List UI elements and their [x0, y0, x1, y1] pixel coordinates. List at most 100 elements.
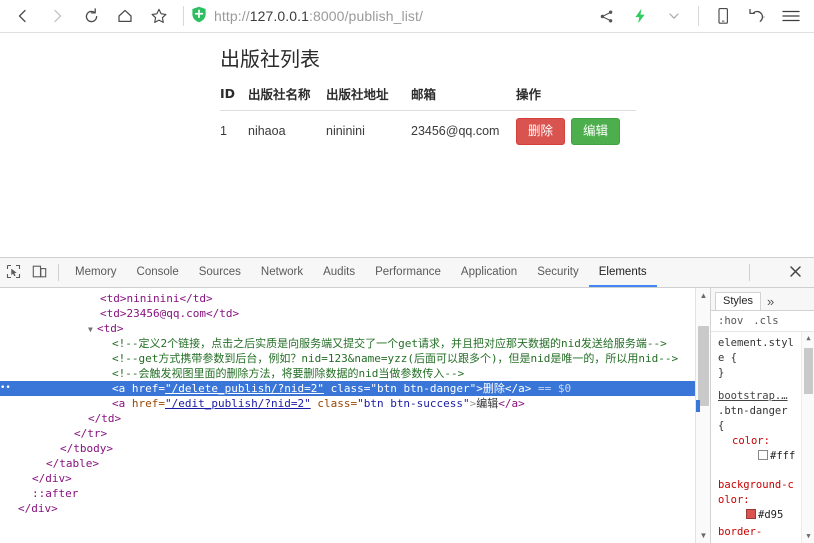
styles-rules-list: element.style { } bootstrap.… .btn-dange…	[711, 332, 814, 543]
dom-line-comment-3[interactable]: <!--会触发视图里面的删除方法，将要删除数据的nid当做参数传入-->	[0, 366, 710, 381]
styles-scroll-down-icon[interactable]: ▼	[802, 530, 814, 543]
star-icon	[150, 7, 168, 25]
reload-button[interactable]	[74, 0, 108, 32]
devtools-close-button[interactable]	[782, 259, 808, 287]
home-icon	[116, 7, 134, 25]
style-property-color[interactable]: color: #fff	[718, 434, 800, 464]
devtools-body: <td>nininini</td> <td>23456@qq.com</td> …	[0, 288, 814, 543]
column-header-id: ID	[220, 82, 248, 111]
toolbar-right-icons	[589, 0, 808, 32]
dom-tree-scrollbar[interactable]: ▲ ▼	[695, 288, 710, 543]
hamburger-menu-icon	[781, 8, 801, 24]
page-viewport: 出版社列表 ID 出版社名称 出版社地址 邮箱 操作 1 nihaoa nini…	[0, 33, 814, 257]
column-header-email: 邮箱	[411, 82, 516, 111]
mobile-view-button[interactable]	[706, 0, 740, 32]
cell-actions: 删除 编辑	[516, 111, 636, 152]
scroll-down-arrow-icon[interactable]: ▼	[696, 528, 710, 543]
tab-audits[interactable]: Audits	[313, 258, 365, 287]
table-header-row: ID 出版社名称 出版社地址 邮箱 操作	[220, 82, 636, 111]
tab-styles[interactable]: Styles	[715, 292, 761, 310]
reload-icon	[83, 7, 100, 25]
forward-button[interactable]	[40, 0, 74, 32]
dom-line-delete-anchor[interactable]: •• <a href="/delete_publish/?nid=2" class…	[0, 381, 710, 396]
menu-button[interactable]	[774, 0, 808, 32]
dom-tree-pane[interactable]: <td>nininini</td> <td>23456@qq.com</td> …	[0, 288, 711, 543]
home-button[interactable]	[108, 0, 142, 32]
delete-button[interactable]: 删除	[516, 118, 566, 145]
element-style-selector: element.style {	[718, 337, 794, 364]
page-content: 出版社列表 ID 出版社名称 出版社地址 邮箱 操作 1 nihaoa nini…	[0, 33, 814, 152]
tab-memory[interactable]: Memory	[65, 258, 127, 287]
publisher-table: ID 出版社名称 出版社地址 邮箱 操作 1 nihaoa nininini 2…	[220, 82, 636, 152]
dom-line-td-email[interactable]: <td>23456@qq.com</td>	[0, 306, 710, 321]
chevron-right-icon	[49, 8, 65, 24]
dom-line-edit-anchor[interactable]: <a href="/edit_publish/?nid=2" class="bt…	[0, 396, 710, 411]
dom-line-td-open[interactable]: ▼ <td>	[0, 321, 710, 336]
style-property-background-name: background-color:	[718, 479, 794, 506]
style-property-background-value[interactable]: #d95	[758, 509, 783, 521]
color-swatch-white[interactable]	[758, 450, 768, 460]
lightning-button[interactable]	[623, 0, 657, 32]
styles-scrollbar-thumb[interactable]	[804, 348, 813, 394]
tab-application[interactable]: Application	[451, 258, 527, 287]
back-button[interactable]	[6, 0, 40, 32]
cell-email: 23456@qq.com	[411, 124, 500, 139]
share-button[interactable]	[589, 0, 623, 32]
tab-sources[interactable]: Sources	[189, 258, 251, 287]
dom-line-td-address[interactable]: <td>nininini</td>	[0, 291, 710, 306]
green-shield-icon[interactable]	[191, 6, 207, 26]
url-text: http://127.0.0.1:8000/publish_list/	[214, 8, 423, 24]
column-header-actions: 操作	[516, 82, 636, 111]
dom-line-close-tr[interactable]: </tr>	[0, 426, 710, 441]
style-property-border[interactable]: border-	[718, 525, 800, 540]
style-property-border-name: border-	[718, 526, 763, 538]
history-button[interactable]	[740, 0, 774, 32]
styles-scrollbar[interactable]: ▲ ▼	[801, 332, 814, 543]
device-toolbar-button[interactable]	[26, 259, 52, 287]
dom-line-pseudo-after[interactable]: ::after	[0, 486, 710, 501]
dom-line-comment-2[interactable]: <!--get方式携带参数到后台，例如？nid=123&name=yzz(后面可…	[0, 351, 710, 366]
cls-toggle[interactable]: .cls	[753, 315, 778, 327]
toolbar-dropdown-button[interactable]	[657, 0, 691, 32]
tab-network[interactable]: Network	[251, 258, 313, 287]
column-header-name: 出版社名称	[248, 82, 326, 111]
tab-console[interactable]: Console	[127, 258, 189, 287]
edit-button[interactable]: 编辑	[571, 118, 621, 145]
element-style-close-brace: }	[718, 367, 725, 379]
styles-more-tabs-button[interactable]: »	[761, 294, 780, 310]
scroll-up-arrow-icon[interactable]: ▲	[696, 288, 710, 303]
table-body: 1 nihaoa nininini 23456@qq.com 删除 编辑	[220, 111, 636, 152]
btn-danger-open-brace: {	[718, 420, 725, 432]
style-property-color-value[interactable]: #fff	[770, 450, 795, 462]
hov-toggle[interactable]: :hov	[718, 315, 743, 327]
styles-scroll-up-icon[interactable]: ▲	[802, 332, 814, 345]
page-title: 出版社列表	[220, 47, 320, 71]
close-icon	[789, 265, 802, 281]
dom-line-close-td[interactable]: </td>	[0, 411, 710, 426]
dom-line-close-div-inner[interactable]: </div>	[0, 471, 710, 486]
style-property-background[interactable]: background-color: #d95	[718, 478, 800, 523]
stylesheet-source-link[interactable]: bootstrap.…	[718, 389, 800, 404]
tab-security[interactable]: Security	[527, 258, 589, 287]
mobile-device-icon	[716, 7, 730, 25]
devtools-more-button[interactable]	[756, 259, 782, 287]
selection-marker: ••	[0, 383, 11, 393]
toolbar-divider	[183, 6, 184, 26]
tab-elements[interactable]: Elements	[588, 258, 657, 287]
dom-line-close-div-outer[interactable]: </div>	[0, 501, 710, 516]
bookmark-button[interactable]	[142, 0, 176, 32]
tab-performance[interactable]: Performance	[365, 258, 451, 287]
expand-triangle-icon[interactable]: ▼	[88, 322, 97, 337]
dom-scrollbar-thumb[interactable]	[698, 326, 709, 406]
btn-danger-rule[interactable]: .btn-danger { color: #fff background-col…	[718, 404, 800, 540]
inspect-element-button[interactable]	[0, 259, 26, 287]
element-style-rule[interactable]: element.style { }	[718, 336, 800, 381]
color-swatch-red[interactable]	[746, 509, 756, 519]
btn-danger-selector[interactable]: .btn-danger	[718, 405, 788, 417]
dom-line-close-tbody[interactable]: </tbody>	[0, 441, 710, 456]
dom-line-comment-1[interactable]: <!--定义2个链接，点击之后实质是向服务端又提交了一个get请求，并且把对应那…	[0, 336, 710, 351]
dom-line-close-table[interactable]: </table>	[0, 456, 710, 471]
devtools-toolbar: Memory Console Sources Network Audits Pe…	[0, 258, 814, 288]
address-bar[interactable]: http://127.0.0.1:8000/publish_list/	[191, 6, 589, 26]
undo-history-icon	[747, 8, 767, 25]
